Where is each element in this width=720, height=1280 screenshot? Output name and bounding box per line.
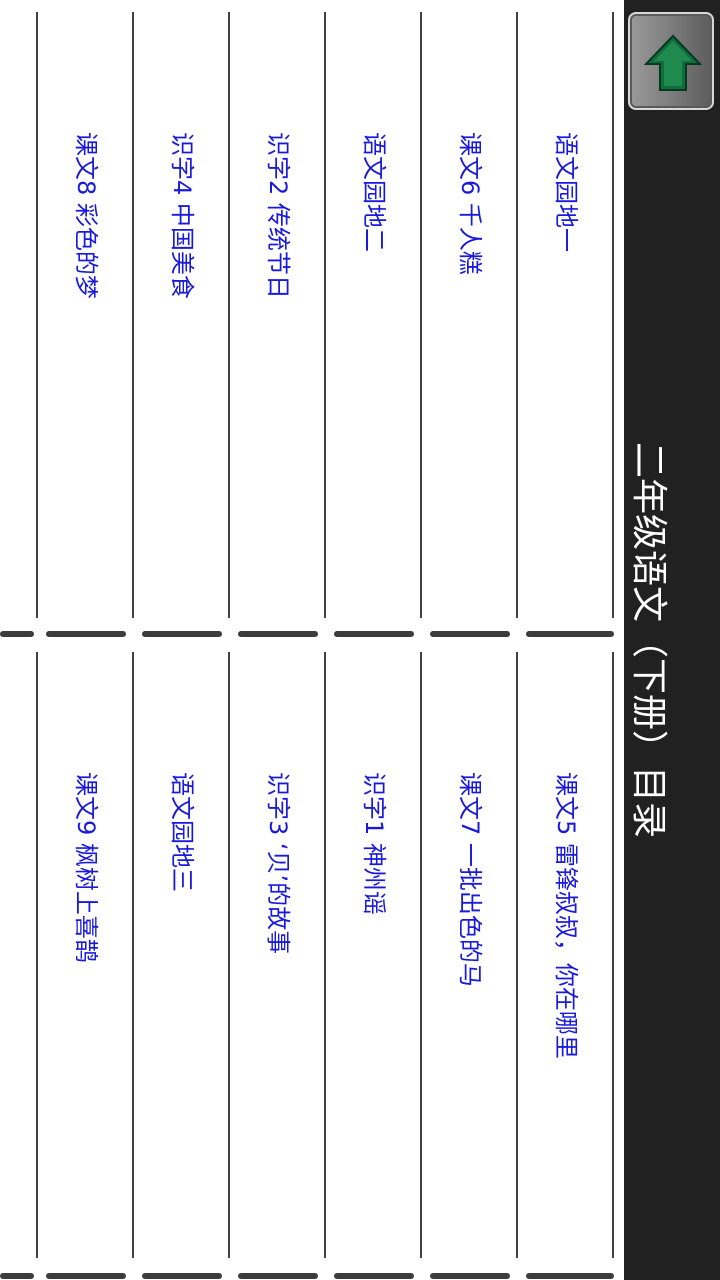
home-up-arrow-icon xyxy=(643,34,703,91)
section-separator xyxy=(526,631,614,637)
lesson-label: 课文7 一批出色的马 xyxy=(456,772,484,987)
section-separator xyxy=(430,631,510,637)
lesson-item[interactable]: 语文园地二 xyxy=(326,12,422,618)
lesson-item[interactable]: 课文9 枫树上喜鹊 xyxy=(38,652,134,1258)
lesson-label: 识字2 传统节日 xyxy=(264,132,292,299)
lesson-item[interactable]: 识字1 神州谣 xyxy=(326,652,422,1258)
home-button[interactable] xyxy=(628,12,714,110)
lesson-item[interactable]: 课文6 千人糕 xyxy=(422,12,518,618)
lesson-item[interactable]: 课文7 一批出色的马 xyxy=(422,652,518,1258)
section-separator xyxy=(142,631,222,637)
section-separator xyxy=(526,1273,614,1279)
lesson-label: 语文园地一 xyxy=(552,132,580,252)
section-separator xyxy=(238,1273,318,1279)
page-title: 二年级语文（下册）目录 xyxy=(628,441,669,838)
section-separator xyxy=(46,1273,126,1279)
lesson-label: 识字3 ‘贝’的故事 xyxy=(264,772,292,955)
lesson-label: 语文园地三 xyxy=(168,772,196,892)
lesson-item[interactable]: 课文5 雷锋叔叔，你在哪里 xyxy=(518,652,614,1258)
section-separator xyxy=(46,631,126,637)
section-separator xyxy=(334,1273,414,1279)
lesson-label: 课文6 千人糕 xyxy=(456,132,484,275)
lesson-label: 课文9 枫树上喜鹊 xyxy=(72,772,100,963)
lesson-item[interactable]: 识字4 中国美食 xyxy=(134,12,230,618)
section-separator xyxy=(238,631,318,637)
lesson-item[interactable]: 课文8 彩色的梦 xyxy=(38,12,134,618)
section-separator xyxy=(142,1273,222,1279)
section-separator xyxy=(334,631,414,637)
lesson-label: 课文8 彩色的梦 xyxy=(72,132,100,299)
section-separator xyxy=(0,631,34,637)
lesson-item[interactable]: 识字2 传统节日 xyxy=(230,12,326,618)
lesson-label: 语文园地二 xyxy=(360,132,388,252)
lesson-item[interactable]: 识字3 ‘贝’的故事 xyxy=(230,652,326,1258)
lesson-label: 课文5 雷锋叔叔，你在哪里 xyxy=(552,772,580,1059)
lesson-item[interactable]: 语文园地三 xyxy=(134,652,230,1258)
lesson-label: 识字1 神州谣 xyxy=(360,772,388,915)
lesson-label: 识字4 中国美食 xyxy=(168,132,196,299)
section-separator xyxy=(0,1273,34,1279)
section-separator xyxy=(430,1273,510,1279)
lesson-item[interactable]: 语文园地一 xyxy=(518,12,614,618)
